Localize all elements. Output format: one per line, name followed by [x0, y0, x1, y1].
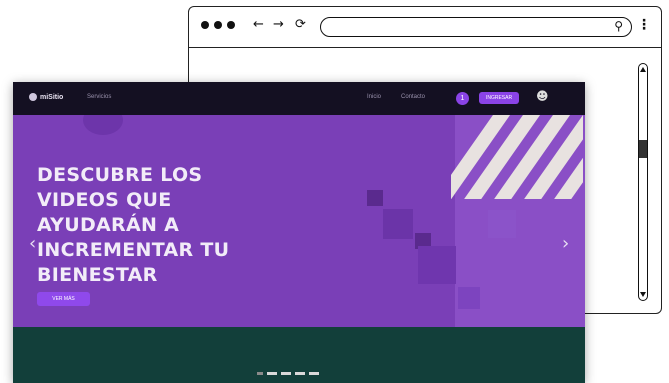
- carousel-pagination: [257, 372, 319, 375]
- hero-shape: [83, 115, 123, 135]
- address-bar[interactable]: ⚲: [320, 17, 632, 37]
- decor-square: [488, 210, 516, 238]
- user-icon[interactable]: ☻: [536, 89, 549, 103]
- header-link-2[interactable]: Contacto: [401, 94, 425, 100]
- scroll-thumb[interactable]: [639, 140, 647, 158]
- browser-toolbar: ← → ⟳ ⚲ ⋮: [189, 7, 661, 48]
- decor-square: [458, 287, 480, 309]
- header-link-1[interactable]: Inicio: [367, 94, 381, 100]
- website-screenshot: miSitio Servicios Inicio Contacto 1 INGR…: [13, 82, 585, 383]
- decor-square: [418, 246, 456, 284]
- logo-text: miSitio: [40, 93, 64, 101]
- search-icon[interactable]: ⚲: [614, 19, 623, 33]
- window-dot[interactable]: [201, 21, 209, 29]
- back-arrow-icon[interactable]: ←: [253, 17, 264, 33]
- window-dot[interactable]: [214, 21, 222, 29]
- hero-title-line: VIDEOS QUE: [37, 189, 172, 211]
- decor-square: [383, 209, 413, 239]
- site-logo[interactable]: miSitio: [29, 93, 63, 101]
- scroll-down-icon[interactable]: [640, 292, 646, 297]
- window-controls: [201, 21, 235, 29]
- notification-badge[interactable]: 1: [456, 92, 469, 105]
- carousel-prev-icon[interactable]: ‹: [29, 235, 36, 253]
- window-dot[interactable]: [227, 21, 235, 29]
- nav-link[interactable]: Servicios: [87, 94, 111, 100]
- reload-icon[interactable]: ⟳: [295, 17, 306, 33]
- decor-square: [367, 190, 383, 206]
- hero-banner: DESCUBRE LOS VIDEOS QUE AYUDARÁN A INCRE…: [13, 115, 585, 327]
- carousel-dot[interactable]: [309, 372, 319, 375]
- screen: ← → ⟳ ⚲ ⋮ miSitio Servicios Inicio Conta…: [0, 0, 669, 383]
- scrollbar[interactable]: [638, 63, 648, 301]
- site-header: miSitio Servicios Inicio Contacto 1 INGR…: [13, 82, 585, 115]
- hero-title-line: INCREMENTAR TU: [37, 239, 230, 261]
- decor-stripes: [451, 115, 583, 199]
- hero-title-line: AYUDARÁN A: [37, 214, 180, 236]
- hero-title-line: BIENESTAR: [37, 264, 158, 286]
- kebab-menu-icon[interactable]: ⋮: [637, 17, 651, 33]
- carousel-dot[interactable]: [295, 372, 305, 375]
- hero-title: DESCUBRE LOS VIDEOS QUE AYUDARÁN A INCRE…: [37, 163, 297, 288]
- hero-title-line: DESCUBRE LOS: [37, 164, 203, 186]
- login-button[interactable]: INGRESAR: [479, 92, 519, 104]
- scroll-up-icon[interactable]: [640, 67, 646, 72]
- carousel-next-icon[interactable]: ›: [562, 235, 569, 253]
- carousel-dot[interactable]: [281, 372, 291, 375]
- forward-arrow-icon[interactable]: →: [273, 17, 284, 33]
- carousel-dot[interactable]: [267, 372, 277, 375]
- hero-cta-button[interactable]: VER MÁS: [37, 292, 90, 306]
- logo-icon: [29, 93, 37, 101]
- carousel-dot[interactable]: [257, 372, 263, 375]
